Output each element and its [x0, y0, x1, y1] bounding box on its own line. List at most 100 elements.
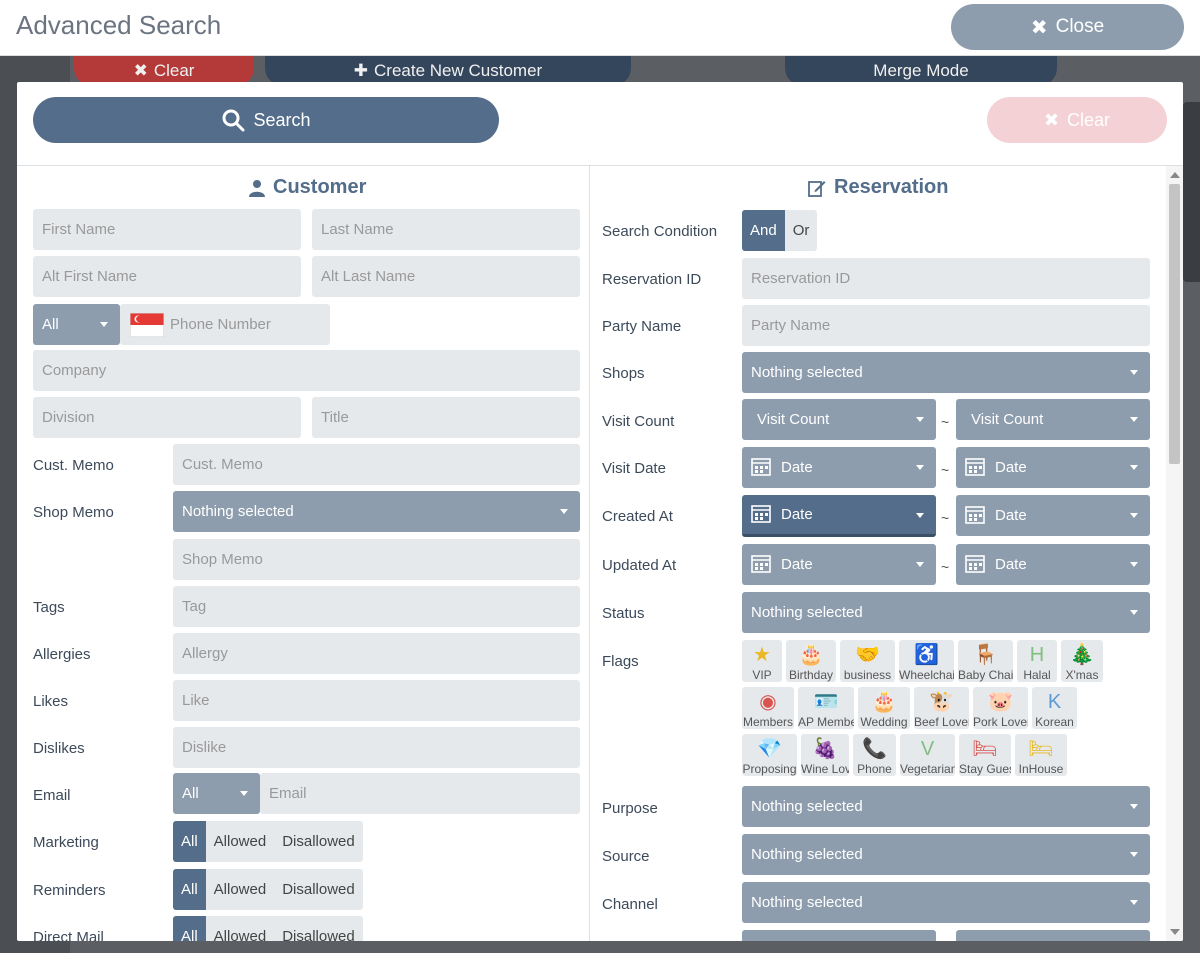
marketing-disallowed[interactable]: Disallowed [274, 821, 363, 862]
user-icon [249, 179, 265, 197]
channel-label: Channel [602, 896, 658, 913]
cust-memo-input[interactable]: Cust. Memo [173, 444, 580, 485]
email-scope-select[interactable]: All [173, 773, 260, 814]
flag-halal[interactable]: H Halal [1017, 640, 1057, 682]
flag-beef-lover[interactable]: 🐮 Beef Lover [914, 687, 969, 729]
flag-stay-guest[interactable]: 🛏 Stay Guest [959, 734, 1011, 776]
calendar-icon [965, 553, 985, 577]
marketing-all[interactable]: All [173, 821, 206, 862]
search-button[interactable]: Search [33, 97, 499, 143]
range-separator: ~ [941, 462, 950, 478]
tags-input[interactable]: Tag [173, 586, 580, 627]
shop-memo-input[interactable]: Shop Memo [173, 539, 580, 580]
flag-label: Proposing [742, 762, 797, 776]
vertical-scrollbar[interactable] [1166, 166, 1183, 941]
flag-wine-lover[interactable]: 🍇 Wine Lover [801, 734, 849, 776]
clear-button[interactable]: ✖ Clear [987, 97, 1167, 143]
scrollbar-thumb[interactable] [1169, 184, 1180, 464]
updated-at-from-select[interactable]: Date [742, 544, 936, 585]
party-name-input[interactable]: Party Name [742, 305, 1150, 346]
visit-count-from-select[interactable]: Visit Count [742, 399, 936, 440]
alt-first-name-input[interactable]: Alt First Name [33, 256, 301, 297]
division-input[interactable]: Division [33, 397, 301, 438]
visit-count-to-select[interactable]: Visit Count [956, 399, 1150, 440]
flag-korean[interactable]: K Korean [1032, 687, 1077, 729]
title-input[interactable]: Title [312, 397, 580, 438]
flag-vegetarian[interactable]: V Vegetarian [900, 734, 955, 776]
marketing-toggle: All Allowed Disallowed [173, 821, 363, 862]
channel-select[interactable]: Nothing selected [742, 882, 1150, 923]
likes-input[interactable]: Like [173, 680, 580, 721]
reservation-id-input[interactable]: Reservation ID [742, 258, 1150, 299]
flag-ap-member[interactable]: 🪪 AP Member [798, 687, 854, 729]
calendar-icon [751, 553, 771, 577]
flag-label: Members [742, 715, 793, 729]
created-at-from-select[interactable]: Date [742, 495, 936, 537]
visit-date-from-select[interactable]: Date [742, 447, 936, 488]
status-select-value: Nothing selected [751, 604, 863, 621]
range-separator: ~ [941, 510, 950, 526]
flag-icon: 🤝 [855, 644, 880, 666]
updated-at-label: Updated At [602, 557, 677, 574]
updated-at-to-value: Date [995, 556, 1027, 573]
flag-label: Stay Guest [959, 762, 1011, 776]
flag-proposing[interactable]: 💎 Proposing [742, 734, 797, 776]
direct-mail-disallowed[interactable]: Disallowed [274, 916, 363, 941]
first-name-input[interactable]: First Name [33, 209, 301, 250]
scroll-up-arrow-icon[interactable] [1170, 172, 1180, 178]
background-right-panel [1183, 102, 1200, 282]
direct-mail-all[interactable]: All [173, 916, 206, 941]
close-button[interactable]: ✖ Close [951, 4, 1184, 50]
phone-number-input[interactable]: Phone Number [120, 304, 330, 345]
reminders-all[interactable]: All [173, 869, 206, 910]
flag-baby-chair[interactable]: 🪑 Baby Chair [958, 640, 1013, 682]
reminders-disallowed[interactable]: Disallowed [274, 869, 363, 910]
flag-wheelchair[interactable]: ♿ Wheelchair [899, 640, 954, 682]
reservation-id-label: Reservation ID [602, 271, 702, 288]
flag-business[interactable]: 🤝 business [840, 640, 895, 682]
dislikes-input[interactable]: Dislike [173, 727, 580, 768]
flag-inhouse[interactable]: 🛏 InHouse [1015, 734, 1067, 776]
flag-label: Korean [1035, 715, 1074, 729]
caret-down-icon [1130, 513, 1138, 518]
status-select[interactable]: Nothing selected [742, 592, 1150, 633]
flag-phone[interactable]: 📞 Phone [853, 734, 896, 776]
edit-icon [808, 180, 826, 197]
next-range-to-select[interactable] [956, 930, 1150, 941]
created-at-to-select[interactable]: Date [956, 495, 1150, 536]
marketing-allowed[interactable]: Allowed [206, 821, 275, 862]
background-merge-label: Merge Mode [873, 61, 969, 80]
visit-count-to-value: Visit Count [971, 411, 1044, 428]
last-name-input[interactable]: Last Name [312, 209, 580, 250]
flag-pork-lover[interactable]: 🐷 Pork Lover [973, 687, 1028, 729]
shop-memo-select[interactable]: Nothing selected [173, 491, 580, 532]
source-select[interactable]: Nothing selected [742, 834, 1150, 875]
source-label: Source [602, 848, 650, 865]
updated-at-to-select[interactable]: Date [956, 544, 1150, 585]
caret-down-icon [916, 513, 924, 518]
visit-date-to-select[interactable]: Date [956, 447, 1150, 488]
alt-last-name-input[interactable]: Alt Last Name [312, 256, 580, 297]
flags-grid: ★ VIP 🎂 Birthday 🤝 business ♿ Wheelchair 🪑 Baby C… [742, 640, 1150, 780]
flag-members[interactable]: ◉ Members [742, 687, 794, 729]
email-label: Email [33, 787, 71, 804]
flag-wedding[interactable]: 🎂 Wedding [858, 687, 910, 729]
reminders-allowed[interactable]: Allowed [206, 869, 275, 910]
shops-select[interactable]: Nothing selected [742, 352, 1150, 393]
condition-or[interactable]: Or [785, 210, 818, 251]
flag-x-mas[interactable]: 🎄 X'mas [1061, 640, 1103, 682]
direct-mail-allowed[interactable]: Allowed [206, 916, 275, 941]
purpose-select[interactable]: Nothing selected [742, 786, 1150, 827]
email-input[interactable]: Email [260, 773, 580, 814]
flag-birthday[interactable]: 🎂 Birthday [786, 640, 836, 682]
flag-vip[interactable]: ★ VIP [742, 640, 782, 682]
phone-scope-select[interactable]: All [33, 304, 120, 345]
flag-icon: 🛏 [1028, 738, 1054, 760]
condition-and[interactable]: And [742, 210, 785, 251]
allergies-input[interactable]: Allergy [173, 633, 580, 674]
updated-at-from-value: Date [781, 556, 813, 573]
close-icon: ✖ [1030, 16, 1048, 39]
next-range-from-select[interactable] [742, 930, 936, 941]
scroll-down-arrow-icon[interactable] [1170, 929, 1180, 935]
company-input[interactable]: Company [33, 350, 580, 391]
